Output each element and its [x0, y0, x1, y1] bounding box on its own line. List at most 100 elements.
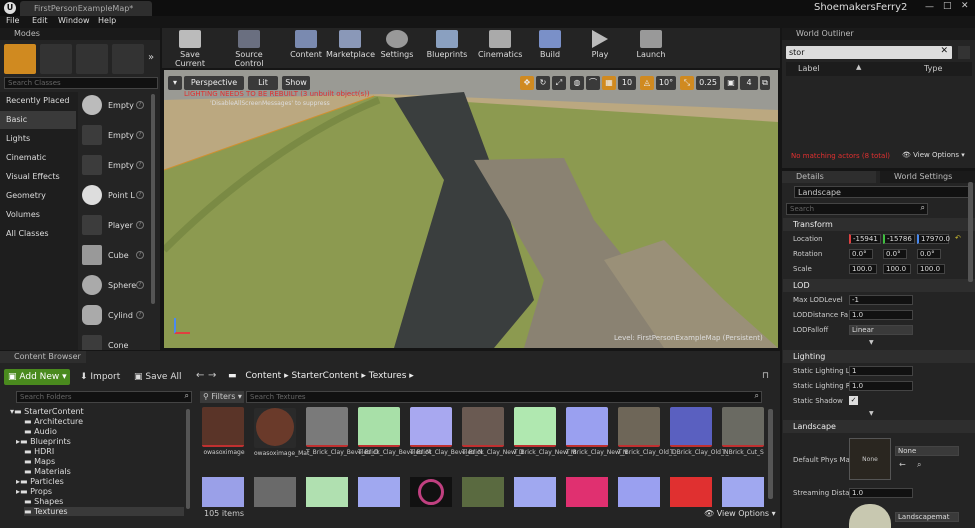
- content-browser-tab[interactable]: Content Browser: [0, 351, 86, 363]
- asset-thumbnail[interactable]: [618, 477, 660, 507]
- folder-audio[interactable]: ▬ Audio: [24, 427, 57, 436]
- folder-materials[interactable]: ▬ Materials: [24, 467, 71, 476]
- asset-tile[interactable]: T_Brick_Clay_Beveled_D: [306, 407, 379, 473]
- location-label[interactable]: Location: [793, 235, 823, 243]
- menu-window[interactable]: Window: [58, 16, 90, 25]
- maximize-icon[interactable]: □: [943, 1, 952, 11]
- asset-tile[interactable]: T_Brick_Clay_Old_N: [670, 407, 728, 473]
- asset-scrollbar[interactable]: [768, 409, 773, 499]
- scale-z[interactable]: 100.0: [917, 264, 945, 274]
- lit-button[interactable]: Lit: [248, 76, 278, 90]
- landscape-material-dropdown[interactable]: Landscapemat: [895, 512, 959, 522]
- folder-textures[interactable]: ▬ Textures: [24, 507, 184, 516]
- asset-thumbnail[interactable]: [306, 477, 348, 507]
- world-icon[interactable]: ◍: [570, 76, 584, 90]
- lod-falloff-dropdown[interactable]: Linear: [849, 325, 913, 335]
- rotation-snap-value[interactable]: 10°: [656, 76, 676, 90]
- rotate-icon[interactable]: ↻: [536, 76, 550, 90]
- launch-button[interactable]: Launch: [634, 28, 668, 66]
- world-settings-tab[interactable]: World Settings: [880, 171, 975, 183]
- expand-arrow-icon[interactable]: ▼: [869, 410, 874, 417]
- location-z[interactable]: 17970.0: [917, 234, 950, 244]
- asset-tile[interactable]: T_Brick_Clay_New_M: [514, 407, 576, 473]
- world-outliner-tab[interactable]: World Outliner: [782, 28, 975, 40]
- folder-search-field[interactable]: Search Folders ⌕: [16, 391, 192, 403]
- phys-material-dropdown[interactable]: None: [895, 446, 959, 456]
- phys-material-thumb[interactable]: None: [849, 438, 891, 480]
- class-search-field[interactable]: Search Classes: [4, 77, 158, 89]
- placeable-item[interactable]: Cube?: [80, 242, 150, 270]
- more-modes-icon[interactable]: »: [148, 52, 154, 63]
- menu-edit[interactable]: Edit: [32, 16, 48, 25]
- asset-thumbnail[interactable]: [514, 477, 556, 507]
- outliner-search-input[interactable]: stor: [786, 48, 805, 57]
- asset-tile[interactable]: T_Brick_Clay_Beveled_M: [358, 407, 431, 473]
- landscape-mode-icon[interactable]: [76, 44, 108, 74]
- folder-props[interactable]: ▸▬ Props: [16, 487, 52, 496]
- asset-thumbnail[interactable]: [202, 477, 244, 507]
- view-options-gear-icon[interactable]: [958, 46, 970, 59]
- grid-size-value[interactable]: 10: [618, 76, 636, 90]
- grid-snap-icon[interactable]: ▦: [602, 76, 616, 90]
- tree-scrollbar[interactable]: [186, 409, 190, 509]
- rotation-snap-icon[interactable]: ◬: [640, 76, 654, 90]
- asset-thumbnail[interactable]: [566, 477, 608, 507]
- max-lod-field[interactable]: -1: [849, 295, 913, 305]
- help-icon[interactable]: ?: [136, 191, 144, 199]
- add-new-button[interactable]: ▣ Add New ▾: [4, 369, 70, 385]
- perspective-button[interactable]: Perspective: [184, 76, 244, 90]
- show-button[interactable]: Show: [282, 76, 310, 90]
- scale-y[interactable]: 100.0: [883, 264, 911, 274]
- folder-architecture[interactable]: ▬ Architecture: [24, 417, 83, 426]
- asset-tile[interactable]: owasoximage_Mat: [254, 407, 309, 473]
- lock-icon[interactable]: ⊓: [762, 371, 769, 381]
- play-button[interactable]: Play: [586, 28, 614, 66]
- source-control-button[interactable]: Source Control: [220, 28, 278, 68]
- maximize-viewport-icon[interactable]: ⧉: [760, 76, 770, 90]
- place-mode-icon[interactable]: [4, 44, 36, 74]
- help-icon[interactable]: ?: [136, 251, 144, 259]
- camera-speed-icon[interactable]: ▣: [724, 76, 738, 90]
- asset-search-input[interactable]: Search Textures: [247, 393, 306, 401]
- folder-shapes[interactable]: ▬ Shapes: [24, 497, 63, 506]
- help-icon[interactable]: ?: [136, 101, 144, 109]
- translate-icon[interactable]: ✥: [520, 76, 534, 90]
- type-column-header[interactable]: Type: [924, 64, 942, 73]
- location-x[interactable]: -15941: [849, 234, 881, 244]
- details-search-input[interactable]: Search: [787, 205, 814, 213]
- rotation-z[interactable]: 0.0°: [917, 249, 941, 259]
- details-scrollbar[interactable]: [968, 182, 973, 282]
- scale-icon[interactable]: ⤢: [552, 76, 566, 90]
- outliner-view-options[interactable]: 👁 View Options ▾: [902, 151, 965, 159]
- asset-tile[interactable]: T_Brick_Cut_Stone_D: [722, 407, 764, 473]
- breadcrumb-starter[interactable]: StarterContent: [291, 371, 358, 381]
- placeable-item[interactable]: Cone: [80, 332, 150, 350]
- asset-tile[interactable]: owasoximage: [202, 407, 246, 473]
- folder-search-input[interactable]: Search Folders: [17, 393, 72, 401]
- breadcrumb-content[interactable]: Content: [245, 371, 281, 381]
- level-viewport[interactable]: ▾ Perspective Lit Show LIGHTING NEEDS TO…: [164, 70, 778, 348]
- placeable-item[interactable]: Cylind?: [80, 302, 150, 330]
- lod-section[interactable]: LOD: [783, 279, 975, 292]
- settings-button[interactable]: Settings: [378, 28, 416, 66]
- save-current-button[interactable]: Save Current: [166, 28, 214, 68]
- folder-maps[interactable]: ▬ Maps: [24, 457, 55, 466]
- placeable-item[interactable]: Empty?: [80, 152, 150, 180]
- forward-icon[interactable]: →: [208, 370, 216, 381]
- streaming-distance-field[interactable]: 1.0: [849, 488, 913, 498]
- static-lighting-lod-field[interactable]: 1: [849, 366, 913, 376]
- foliage-mode-icon[interactable]: [112, 44, 144, 74]
- placeable-scrollbar[interactable]: [151, 94, 155, 304]
- landscape-section[interactable]: Landscape: [783, 420, 975, 433]
- placeable-item[interactable]: Point L?: [80, 182, 150, 210]
- build-button[interactable]: Build: [536, 28, 564, 66]
- asset-thumbnail[interactable]: [462, 477, 504, 507]
- folder-hdri[interactable]: ▬ HDRI: [24, 447, 54, 456]
- scale-snap-value[interactable]: 0.25: [696, 76, 720, 90]
- selected-object-name[interactable]: Landscape: [794, 186, 970, 198]
- lod-distance-field[interactable]: 1.0: [849, 310, 913, 320]
- menu-help[interactable]: Help: [98, 16, 116, 25]
- breadcrumb-textures[interactable]: Textures: [369, 371, 407, 381]
- use-selected-icon[interactable]: ←: [899, 460, 906, 469]
- asset-search-field[interactable]: Search Textures ⌕: [246, 391, 762, 403]
